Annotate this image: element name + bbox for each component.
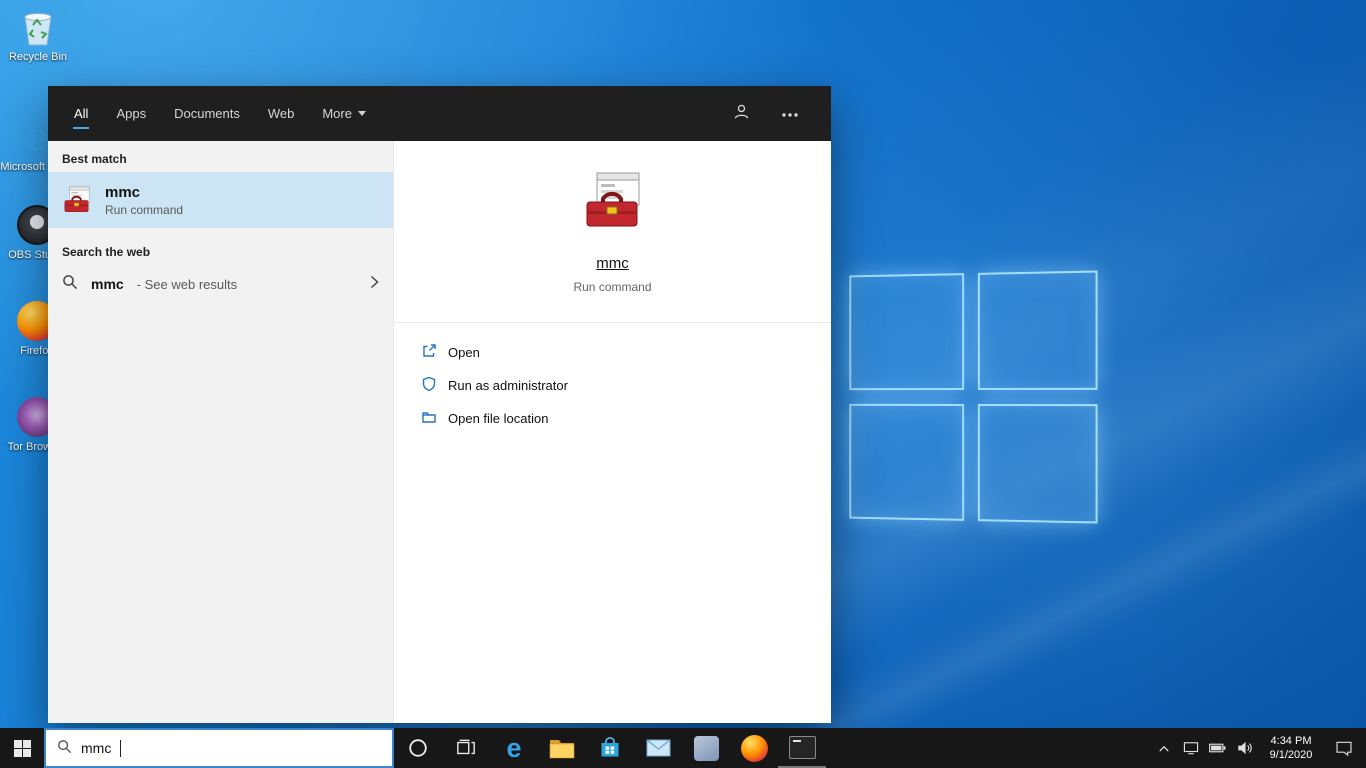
display-tray-icon[interactable] xyxy=(1177,728,1204,768)
taskbar-clock[interactable]: 4:34 PM 9/1/2020 xyxy=(1258,734,1324,763)
windows-logo xyxy=(849,270,1098,524)
search-results-list: Best match mmc Run command Search the we… xyxy=(48,141,393,723)
admin-shield-icon xyxy=(421,376,437,395)
search-icon xyxy=(62,274,78,295)
store-icon[interactable] xyxy=(586,728,634,768)
firefox-taskbar-icon[interactable] xyxy=(730,728,778,768)
tab-all[interactable]: All xyxy=(60,86,102,141)
cortana-button[interactable] xyxy=(394,728,442,768)
tab-apps[interactable]: Apps xyxy=(102,86,160,141)
text-caret xyxy=(120,739,122,757)
windows-logo-pane xyxy=(977,404,1098,524)
start-button[interactable] xyxy=(0,728,44,768)
system-tray: 4:34 PM 9/1/2020 xyxy=(1150,728,1366,768)
result-title: mmc xyxy=(105,183,141,201)
preview-subtitle: Run command xyxy=(573,280,652,294)
file-location-icon xyxy=(421,409,437,428)
web-search-result[interactable]: mmc - See web results xyxy=(48,265,393,303)
ellipsis-menu-icon[interactable] xyxy=(781,105,799,123)
open-action[interactable]: Open xyxy=(421,340,831,364)
chevron-right-icon[interactable] xyxy=(370,275,379,294)
file-explorer-icon[interactable] xyxy=(538,728,586,768)
pinned-app-icon[interactable] xyxy=(682,728,730,768)
preview-actions: Open Run as administrator Open file loca… xyxy=(394,323,831,430)
chevron-down-icon xyxy=(357,111,366,116)
open-icon xyxy=(421,343,437,362)
mmc-toolbox-icon-large xyxy=(581,169,645,233)
action-center-icon[interactable] xyxy=(1324,728,1364,768)
clock-date: 9/1/2020 xyxy=(1269,749,1313,761)
web-suffix: - See web results xyxy=(136,276,238,292)
search-input-value: mmc xyxy=(81,740,112,756)
tab-web[interactable]: Web xyxy=(254,86,309,141)
recycle-bin-icon xyxy=(17,6,59,48)
windows-logo-pane xyxy=(849,273,965,391)
open-file-location-action[interactable]: Open file location xyxy=(421,406,831,430)
run-as-administrator-action[interactable]: Run as administrator xyxy=(421,373,831,397)
search-flyout: All Apps Documents Web More Best match m… xyxy=(48,86,831,723)
clock-time: 4:34 PM xyxy=(1270,734,1312,747)
mmc-toolbox-icon xyxy=(62,185,92,215)
taskbar-search-input[interactable]: mmc xyxy=(44,728,394,768)
preview-title-link[interactable]: mmc xyxy=(596,255,629,272)
windows-logo-pane xyxy=(977,270,1098,390)
edge-taskbar-icon[interactable]: e xyxy=(490,728,538,768)
tab-documents[interactable]: Documents xyxy=(160,86,254,141)
hidden-icons-chevron[interactable] xyxy=(1150,728,1177,768)
command-prompt-icon[interactable] xyxy=(778,728,826,768)
mail-icon[interactable] xyxy=(634,728,682,768)
best-match-header: Best match xyxy=(62,152,127,166)
windows-logo-pane xyxy=(849,403,965,521)
result-preview-pane: mmc Run command Open Run as administrato… xyxy=(393,141,831,723)
battery-icon[interactable] xyxy=(1204,728,1231,768)
web-query: mmc xyxy=(91,276,124,292)
search-web-header: Search the web xyxy=(62,245,151,259)
task-view-button[interactable] xyxy=(442,728,490,768)
search-icon xyxy=(57,739,72,757)
volume-icon[interactable] xyxy=(1231,728,1258,768)
tab-more[interactable]: More xyxy=(308,86,380,141)
desktop-icon-label: Recycle Bin xyxy=(8,51,68,63)
user-account-icon[interactable] xyxy=(732,102,751,126)
search-filter-bar: All Apps Documents Web More xyxy=(48,86,831,141)
best-match-result[interactable]: mmc Run command xyxy=(48,172,393,228)
desktop-icon-recycle-bin[interactable]: Recycle Bin xyxy=(1,6,75,64)
taskbar: mmc e 4:34 PM 9/1/2020 xyxy=(0,728,1366,768)
result-subtitle: Run command xyxy=(105,202,184,217)
